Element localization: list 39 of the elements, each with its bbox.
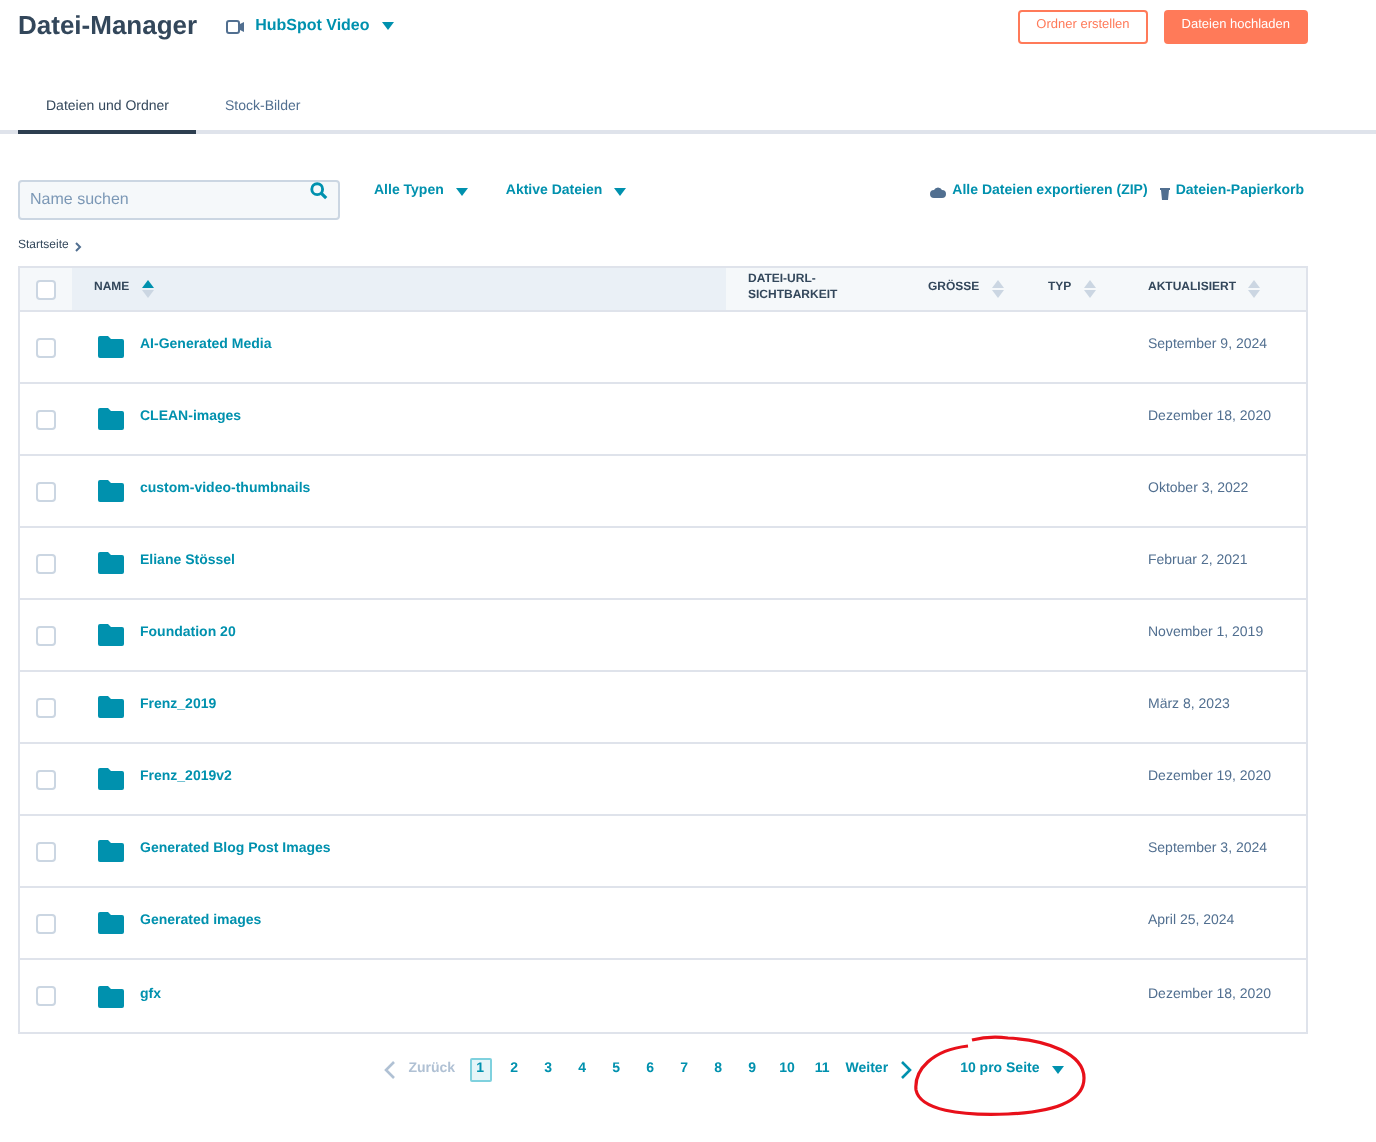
folder-icon <box>98 408 124 430</box>
caret-icon <box>614 188 627 196</box>
chevron-right-icon <box>900 1060 913 1080</box>
cloud-icon <box>930 186 947 198</box>
trash-icon <box>1159 185 1170 199</box>
sort-icon <box>1248 280 1260 298</box>
folder-icon <box>98 624 124 646</box>
caret-icon <box>381 22 394 30</box>
account-dropdown[interactable]: HubSpot Video <box>225 14 394 38</box>
row-checkbox[interactable] <box>36 769 56 789</box>
chevron-left-icon <box>384 1060 397 1080</box>
row-checkbox[interactable] <box>36 337 56 357</box>
chevron-icon <box>74 241 83 251</box>
select-all-checkbox[interactable] <box>36 279 56 299</box>
folder-icon <box>98 912 124 934</box>
row-checkbox[interactable] <box>36 913 56 933</box>
folder-icon <box>98 840 124 862</box>
folder-icon <box>98 985 124 1007</box>
sort-icon <box>1083 280 1096 298</box>
sort-icon <box>991 280 1004 298</box>
row-checkbox[interactable] <box>36 986 56 1006</box>
folder-icon <box>98 768 124 790</box>
caret-icon <box>1051 1066 1064 1074</box>
folder-icon <box>98 552 124 574</box>
row-checkbox[interactable] <box>36 481 56 501</box>
row-checkbox[interactable] <box>36 697 56 717</box>
sort-icon <box>141 280 154 298</box>
folder-icon <box>98 480 124 502</box>
video-icon <box>225 19 244 33</box>
row-checkbox[interactable] <box>36 841 56 861</box>
caret-icon <box>455 188 468 196</box>
search-icon <box>310 182 328 200</box>
row-checkbox[interactable] <box>36 409 56 429</box>
row-checkbox[interactable] <box>36 625 56 645</box>
search-field[interactable]: Name suchen <box>18 179 340 219</box>
page-title: Datei-Manager <box>18 8 198 45</box>
folder-icon <box>98 696 124 718</box>
row-checkbox[interactable] <box>36 553 56 573</box>
folder-icon <box>98 336 124 358</box>
